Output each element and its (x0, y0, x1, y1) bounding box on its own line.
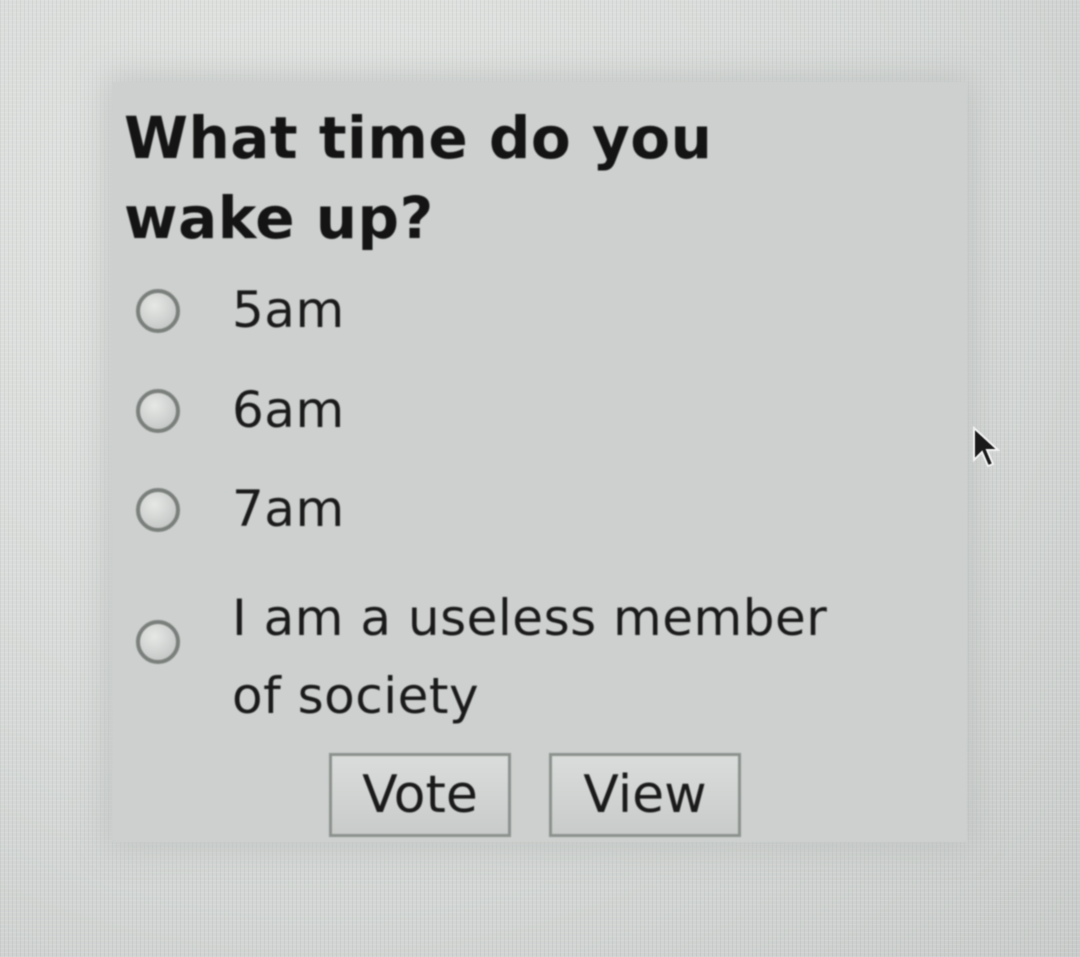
view-results-button[interactable]: View (549, 753, 741, 837)
poll-option-label[interactable]: 6am (232, 371, 345, 449)
mouse-pointer-icon (973, 426, 1001, 468)
radio-button-5am[interactable] (136, 289, 180, 333)
radio-button-useless-member[interactable] (136, 620, 180, 664)
radio-button-7am[interactable] (136, 488, 180, 532)
poll-question: What time do you wake up? (124, 104, 713, 252)
radio-button-6am[interactable] (136, 389, 180, 433)
poll-option-label[interactable]: 5am (232, 271, 345, 349)
poll-option-label[interactable]: 7am (232, 470, 345, 548)
vote-button[interactable]: Vote (329, 753, 511, 837)
poll-option-label[interactable]: I am a useless member of society (232, 579, 872, 735)
